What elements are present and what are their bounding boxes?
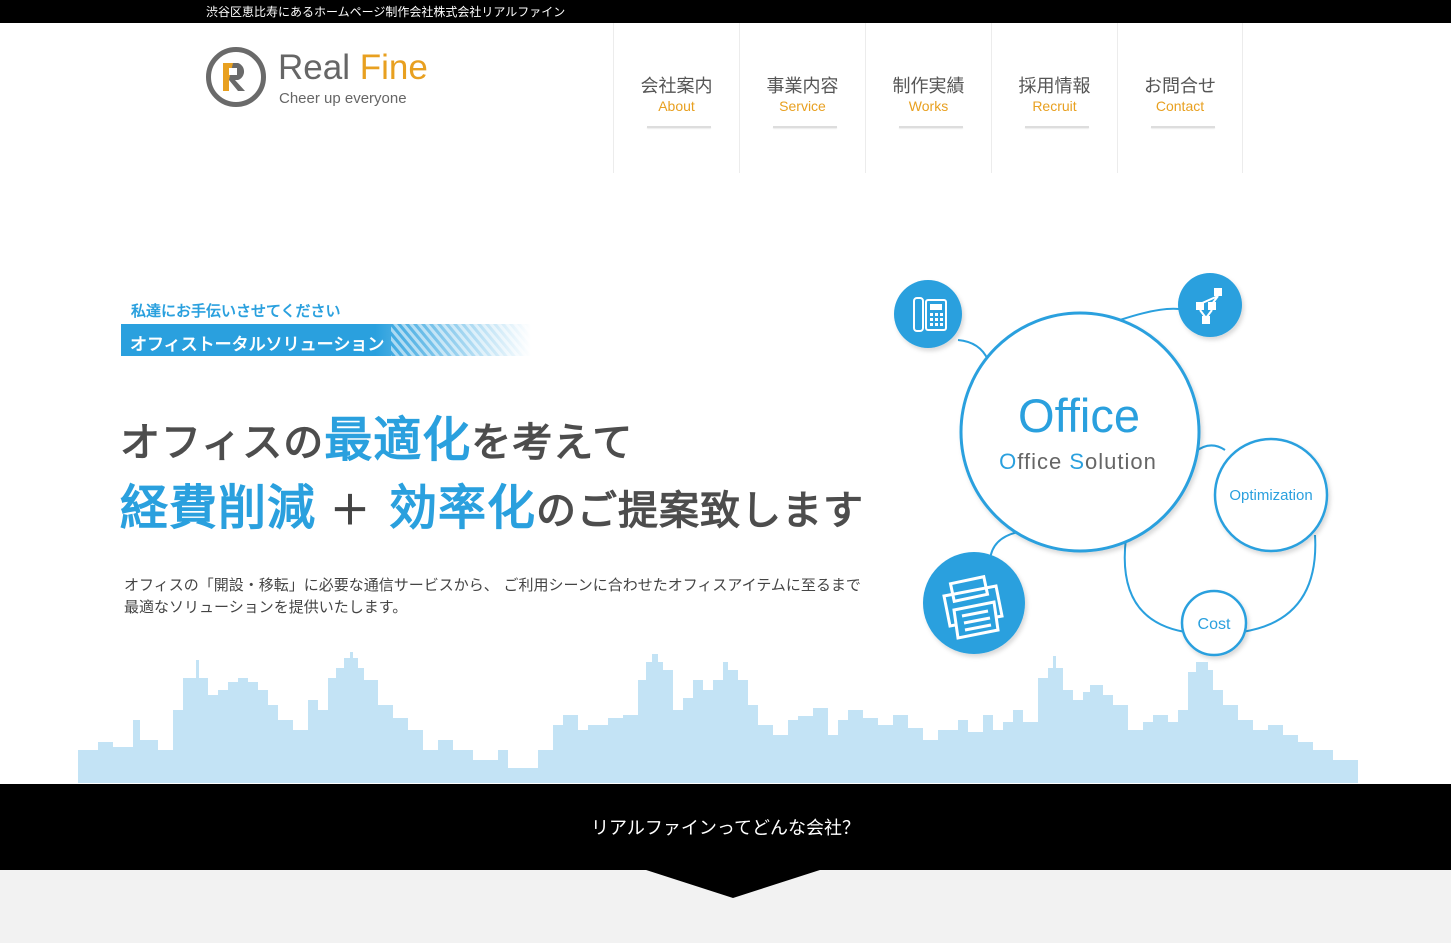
nav-label-en: Service <box>779 98 826 114</box>
nav-label-en: Recruit <box>1032 98 1077 114</box>
nav-label-ja: 制作実績 <box>892 76 965 97</box>
headline-accent: 経費削減 <box>120 480 317 536</box>
headline-accent: 効率化 <box>389 480 537 536</box>
phone-icon <box>894 280 962 348</box>
nav-label-en: Works <box>908 98 949 114</box>
nav-item-service[interactable]: 事業内容 Service <box>739 23 865 173</box>
logo-mark-icon <box>206 47 266 107</box>
hero-headline-1: オフィスの最適化を考えて <box>120 400 633 470</box>
nav-underline <box>773 126 837 128</box>
nav-item-about[interactable]: 会社案内 About <box>613 23 739 173</box>
logo-name: Real Fine <box>278 48 428 88</box>
nav-underline <box>1151 126 1215 128</box>
nav-item-contact[interactable]: お問合せ Contact <box>1117 23 1243 173</box>
headline-text: を考えて <box>471 420 634 466</box>
network-icon <box>1178 273 1242 337</box>
nav-underline <box>1025 126 1089 128</box>
nav-item-recruit[interactable]: 採用情報 Recruit <box>991 23 1117 173</box>
nav-underline <box>647 126 711 128</box>
nav-label-ja: 会社案内 <box>640 76 713 97</box>
headline-accent: 最適化 <box>324 412 472 468</box>
hero-description: オフィスの「開設・移転」に必要な通信サービスから、 ご利用シーンに合わせたオフィ… <box>124 574 884 618</box>
main-nav: 会社案内 About 事業内容 Service 制作実績 Works 採用情報 … <box>613 23 1243 173</box>
logo-name-real: Real <box>278 48 360 87</box>
headline-text: のご提案致します <box>536 488 865 534</box>
city-skyline <box>78 652 1358 783</box>
diagram-main-label: Office <box>1018 389 1140 442</box>
logo-tagline: Cheer up everyone <box>279 90 407 107</box>
diagram-cost-label: Cost <box>1198 616 1231 633</box>
down-arrow-icon <box>643 869 823 898</box>
hero-ribbon-text: オフィストータルソリューション <box>130 335 385 355</box>
site-logo[interactable]: Real Fine Cheer up everyone <box>205 44 465 114</box>
office-solution-diagram: Office Office Solution Optimization Cost <box>894 273 1329 657</box>
nav-item-works[interactable]: 制作実績 Works <box>865 23 991 173</box>
nav-label-ja: 採用情報 <box>1018 76 1091 97</box>
logo-name-fine: Fine <box>359 48 428 87</box>
top-bar-text: 渋谷区恵比寿にあるホームページ制作会社株式会社リアルファイン <box>206 5 566 19</box>
hero-headline-2: 経費削減 ＋ 効率化のご提案致します <box>120 468 864 538</box>
hero-sub-lead: 私達にお手伝いさせてください <box>131 302 341 320</box>
nav-label-en: Contact <box>1155 98 1205 114</box>
nav-label-en: About <box>658 98 695 114</box>
hero-description-line: オフィスの「開設・移転」に必要な通信サービスから、 ご利用シーンに合わせたオフィ… <box>124 576 861 594</box>
diagram-sub-label: Office Solution <box>999 449 1157 474</box>
about-band-text: リアルファインってどんな会社？ <box>591 818 860 839</box>
fax-icon <box>923 552 1025 654</box>
diagram-optimization-label: Optimization <box>1229 487 1312 504</box>
headline-text: オフィスの <box>120 420 325 466</box>
nav-underline <box>899 126 963 128</box>
about-band[interactable]: リアルファインってどんな会社？ <box>0 784 1451 870</box>
hero-description-line: 最適なソリューションを提供いたします。 <box>124 598 408 616</box>
headline-plus: ＋ <box>330 488 372 534</box>
nav-label-ja: お問合せ <box>1144 76 1216 97</box>
nav-label-ja: 事業内容 <box>766 76 839 97</box>
top-bar: 渋谷区恵比寿にあるホームページ制作会社株式会社リアルファイン <box>0 0 1451 23</box>
